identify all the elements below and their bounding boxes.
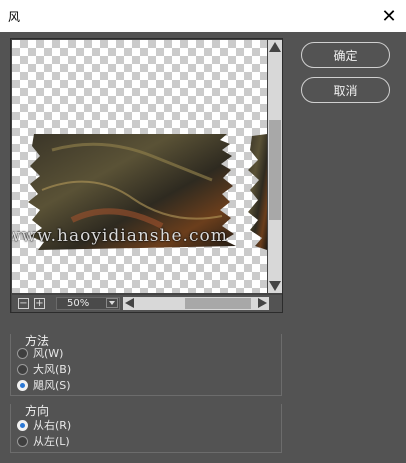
cancel-button[interactable]: 取消 bbox=[301, 77, 390, 103]
dialog-title: 风 bbox=[8, 10, 21, 24]
radio-icon[interactable] bbox=[17, 363, 28, 375]
method-option-blast[interactable]: 大风(B) bbox=[17, 361, 71, 377]
chevron-down-icon[interactable] bbox=[106, 298, 118, 308]
preview-image bbox=[28, 134, 267, 250]
preview-canvas[interactable]: www.haoyidianshe.com bbox=[12, 40, 267, 293]
direction-option-label: 从左(L) bbox=[33, 435, 70, 448]
radio-icon[interactable] bbox=[17, 435, 28, 447]
method-option-label: 风(W) bbox=[33, 347, 64, 360]
radio-icon[interactable] bbox=[17, 347, 28, 359]
scroll-right-icon[interactable] bbox=[258, 298, 267, 308]
preview-panel: www.haoyidianshe.com − + 50% bbox=[10, 38, 283, 313]
scroll-up-icon[interactable] bbox=[269, 42, 281, 52]
method-option-label: 大风(B) bbox=[33, 363, 72, 376]
direction-group: 方向 从右(R) 从左(L) bbox=[10, 404, 282, 453]
horizontal-scrollbar[interactable] bbox=[123, 297, 269, 310]
method-option-label: 飓风(S) bbox=[33, 379, 71, 392]
preview-toolbar: − + 50% bbox=[12, 295, 282, 312]
watermark-text: www.haoyidianshe.com bbox=[12, 226, 228, 246]
title-bar: 风 ✕ bbox=[0, 0, 406, 32]
direction-option-right[interactable]: 从右(R) bbox=[17, 417, 71, 433]
zoom-in-button[interactable]: + bbox=[34, 298, 45, 309]
zoom-out-button[interactable]: − bbox=[18, 298, 29, 309]
radio-selected-icon[interactable] bbox=[17, 419, 28, 431]
scroll-left-icon[interactable] bbox=[125, 298, 134, 308]
scroll-down-icon[interactable] bbox=[269, 281, 281, 291]
vertical-scroll-thumb[interactable] bbox=[269, 120, 281, 220]
method-option-stagger[interactable]: 飓风(S) bbox=[17, 377, 71, 393]
ok-button[interactable]: 确定 bbox=[301, 42, 390, 68]
direction-option-label: 从右(R) bbox=[33, 419, 72, 432]
direction-option-left[interactable]: 从左(L) bbox=[17, 433, 70, 449]
horizontal-scroll-thumb[interactable] bbox=[185, 298, 251, 309]
close-icon[interactable]: ✕ bbox=[372, 0, 406, 32]
vertical-scrollbar[interactable] bbox=[268, 40, 282, 293]
method-option-wind[interactable]: 风(W) bbox=[17, 345, 63, 361]
method-group: 方法 风(W) 大风(B) 飓风(S) bbox=[10, 334, 282, 396]
radio-selected-icon[interactable] bbox=[17, 379, 28, 391]
